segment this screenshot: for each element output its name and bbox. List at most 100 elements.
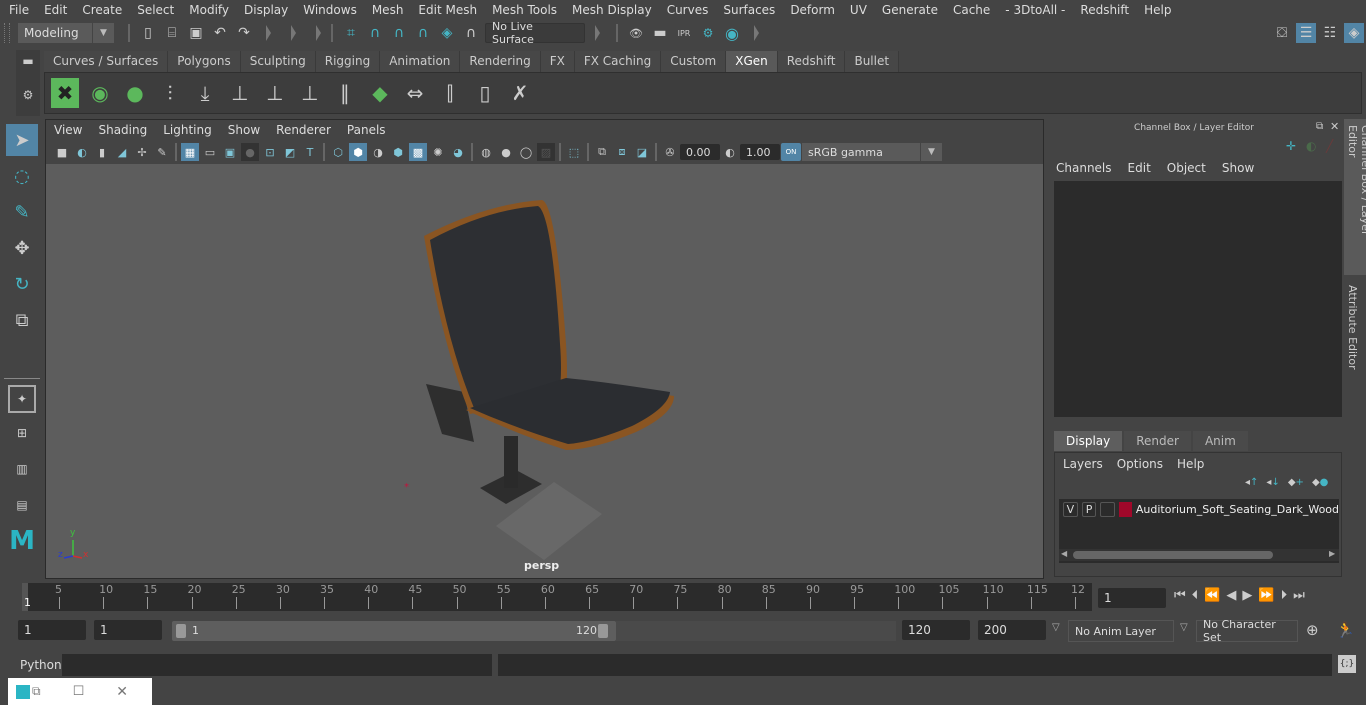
- save-scene-icon[interactable]: ▣: [186, 23, 206, 43]
- menu-file[interactable]: File: [0, 3, 35, 17]
- undo-icon[interactable]: ↶: [210, 23, 230, 43]
- xgen-patch-icon[interactable]: ◆: [366, 78, 394, 108]
- render-settings-icon[interactable]: ⚙: [698, 23, 718, 43]
- menu-generate[interactable]: Generate: [873, 3, 944, 17]
- exposure-field[interactable]: 0.00: [680, 144, 720, 160]
- menu-help[interactable]: Help: [1135, 3, 1177, 17]
- shelf-tab-xgen[interactable]: XGen: [726, 51, 778, 72]
- auto-key-icon[interactable]: ⊕: [1306, 621, 1319, 639]
- move-layer-down-icon[interactable]: ◂↓: [1266, 477, 1279, 488]
- playback-start-field[interactable]: 1: [94, 620, 162, 640]
- close-panel-icon[interactable]: ✕: [1330, 120, 1339, 133]
- layer-display-type-toggle[interactable]: [1100, 502, 1116, 517]
- xray-joints-icon[interactable]: ⧈: [613, 143, 631, 161]
- outliner-persp-layout-icon[interactable]: ▥: [6, 453, 38, 485]
- shelf-tab-fx-caching[interactable]: FX Caching: [574, 51, 662, 72]
- field-chart-icon[interactable]: ⊡: [261, 143, 279, 161]
- safe-action-icon[interactable]: ◩: [281, 143, 299, 161]
- shelf-tab-rendering[interactable]: Rendering: [460, 51, 541, 72]
- layer-menu-layers[interactable]: Layers: [1063, 457, 1103, 471]
- restore-icon[interactable]: ⧉: [32, 684, 41, 699]
- layer-row[interactable]: V P Auditorium_Soft_Seating_Dark_Wood: [1063, 502, 1339, 517]
- playback-end-field[interactable]: 120: [902, 620, 970, 640]
- shelf-tabs-menu-icon[interactable]: ▬: [16, 54, 40, 68]
- panel-menu-lighting[interactable]: Lighting: [163, 123, 212, 137]
- 2d-pan-zoom-icon[interactable]: ✢: [133, 143, 151, 161]
- shelf-tab-sculpting[interactable]: Sculpting: [240, 51, 316, 72]
- single-perspective-layout-icon[interactable]: ✦: [8, 385, 36, 413]
- xgen-select-guides-icon[interactable]: ⫿: [436, 78, 464, 108]
- wireframe-icon[interactable]: ⬡: [329, 143, 347, 161]
- bookmark-icon[interactable]: ▮: [93, 143, 111, 161]
- snap-view-plane-icon[interactable]: ∩: [413, 23, 433, 43]
- anti-aliasing-icon[interactable]: ◯: [517, 143, 535, 161]
- layer-visibility-toggle[interactable]: V: [1063, 502, 1078, 517]
- menu-select[interactable]: Select: [128, 3, 180, 17]
- modeling-toolkit-icon[interactable]: ⛋: [1272, 23, 1292, 43]
- default-material-icon[interactable]: ◑: [369, 143, 387, 161]
- resolution-gate-icon[interactable]: ▣: [221, 143, 239, 161]
- play-forwards-icon[interactable]: ▶: [1242, 588, 1252, 603]
- persp-graph-layout-icon[interactable]: ▤: [6, 489, 38, 521]
- shelf-tab-custom[interactable]: Custom: [661, 51, 727, 72]
- snap-grid-icon[interactable]: ⌗: [341, 23, 361, 43]
- screen-space-ao-icon[interactable]: ◍: [477, 143, 495, 161]
- step-forward-key-icon[interactable]: ⏩: [1258, 588, 1274, 603]
- wireframe-on-shaded-icon[interactable]: ⬢: [389, 143, 407, 161]
- redo-icon[interactable]: ↷: [234, 23, 254, 43]
- four-view-layout-icon[interactable]: ⊞: [6, 417, 38, 449]
- channel-box-menu-show[interactable]: Show: [1222, 161, 1254, 175]
- side-tab-channel-box[interactable]: Channel Box / Layer Editor: [1344, 119, 1366, 275]
- menu-windows[interactable]: Windows: [294, 3, 363, 17]
- menu-mesh-tools[interactable]: Mesh Tools: [483, 3, 563, 17]
- xgen-add-guide-icon[interactable]: ⊥: [226, 78, 254, 108]
- film-gate-icon[interactable]: ▭: [201, 143, 219, 161]
- time-ruler[interactable]: 1 5 10 15 20 25 30 35 40 45 50 55 60 65 70 75 80 85 90 95 1…: [22, 583, 1092, 611]
- xgen-place-guides-icon[interactable]: ⤓: [191, 78, 219, 108]
- xgen-editor-icon[interactable]: ✖: [51, 78, 79, 108]
- render-view-icon[interactable]: 👁: [626, 23, 646, 43]
- panel-menu-renderer[interactable]: Renderer: [276, 123, 331, 137]
- collapse-arrow-icon[interactable]: [595, 25, 600, 41]
- xgen-clear-preview-icon[interactable]: ●: [121, 78, 149, 108]
- hypershade-icon[interactable]: ◉: [722, 23, 742, 43]
- channel-box-menu-object[interactable]: Object: [1167, 161, 1206, 175]
- collapse-arrow-icon[interactable]: [316, 25, 321, 41]
- panel-menu-shading[interactable]: Shading: [98, 123, 147, 137]
- layer-tab-display[interactable]: Display: [1054, 431, 1123, 451]
- shelf-tab-bullet[interactable]: Bullet: [845, 51, 900, 72]
- scroll-left-icon[interactable]: ◀: [1061, 549, 1067, 558]
- menu-create[interactable]: Create: [73, 3, 128, 17]
- panel-menu-show[interactable]: Show: [228, 123, 260, 137]
- layer-playback-toggle[interactable]: P: [1081, 502, 1097, 517]
- range-slider[interactable]: 1 120: [172, 621, 616, 641]
- live-surface-field[interactable]: No Live Surface: [485, 20, 585, 46]
- xgen-delete-guides-icon[interactable]: ✗: [506, 78, 534, 108]
- tool-settings-icon[interactable]: ☷: [1320, 23, 1340, 43]
- layer-horizontal-scrollbar[interactable]: ◀ ▶: [1059, 549, 1339, 561]
- menu-edit-mesh[interactable]: Edit Mesh: [409, 3, 483, 17]
- color-management-toggle[interactable]: ON: [781, 143, 801, 161]
- current-frame-field[interactable]: 1: [1098, 588, 1166, 608]
- end-time-field[interactable]: 200: [978, 620, 1046, 640]
- 3d-viewport[interactable]: * y x z persp: [46, 164, 1043, 578]
- animation-preferences-icon[interactable]: 🏃: [1336, 621, 1355, 639]
- new-empty-layer-icon[interactable]: ◆+: [1288, 477, 1304, 488]
- make-live-icon[interactable]: ∩: [461, 23, 481, 43]
- maximize-icon[interactable]: ☐: [73, 684, 85, 699]
- layer-tab-anim[interactable]: Anim: [1192, 431, 1248, 451]
- motion-blur-icon[interactable]: ●: [497, 143, 515, 161]
- shelf-tab-redshift[interactable]: Redshift: [777, 51, 846, 72]
- menu-uv[interactable]: UV: [841, 3, 873, 17]
- ipr-render-icon[interactable]: IPR: [674, 23, 694, 43]
- menu-mesh-display[interactable]: Mesh Display: [563, 3, 658, 17]
- lasso-tool-icon[interactable]: ◌: [6, 160, 38, 192]
- menu-mesh[interactable]: Mesh: [363, 3, 410, 17]
- textured-icon[interactable]: ▩: [409, 143, 427, 161]
- status-line-grip[interactable]: [4, 23, 10, 43]
- layer-name[interactable]: Auditorium_Soft_Seating_Dark_Wood: [1136, 503, 1339, 516]
- panel-menu-view[interactable]: View: [54, 123, 82, 137]
- channel-box-menu-channels[interactable]: Channels: [1056, 161, 1112, 175]
- range-start-handle[interactable]: [176, 624, 186, 638]
- grease-pencil-icon[interactable]: ✎: [153, 143, 171, 161]
